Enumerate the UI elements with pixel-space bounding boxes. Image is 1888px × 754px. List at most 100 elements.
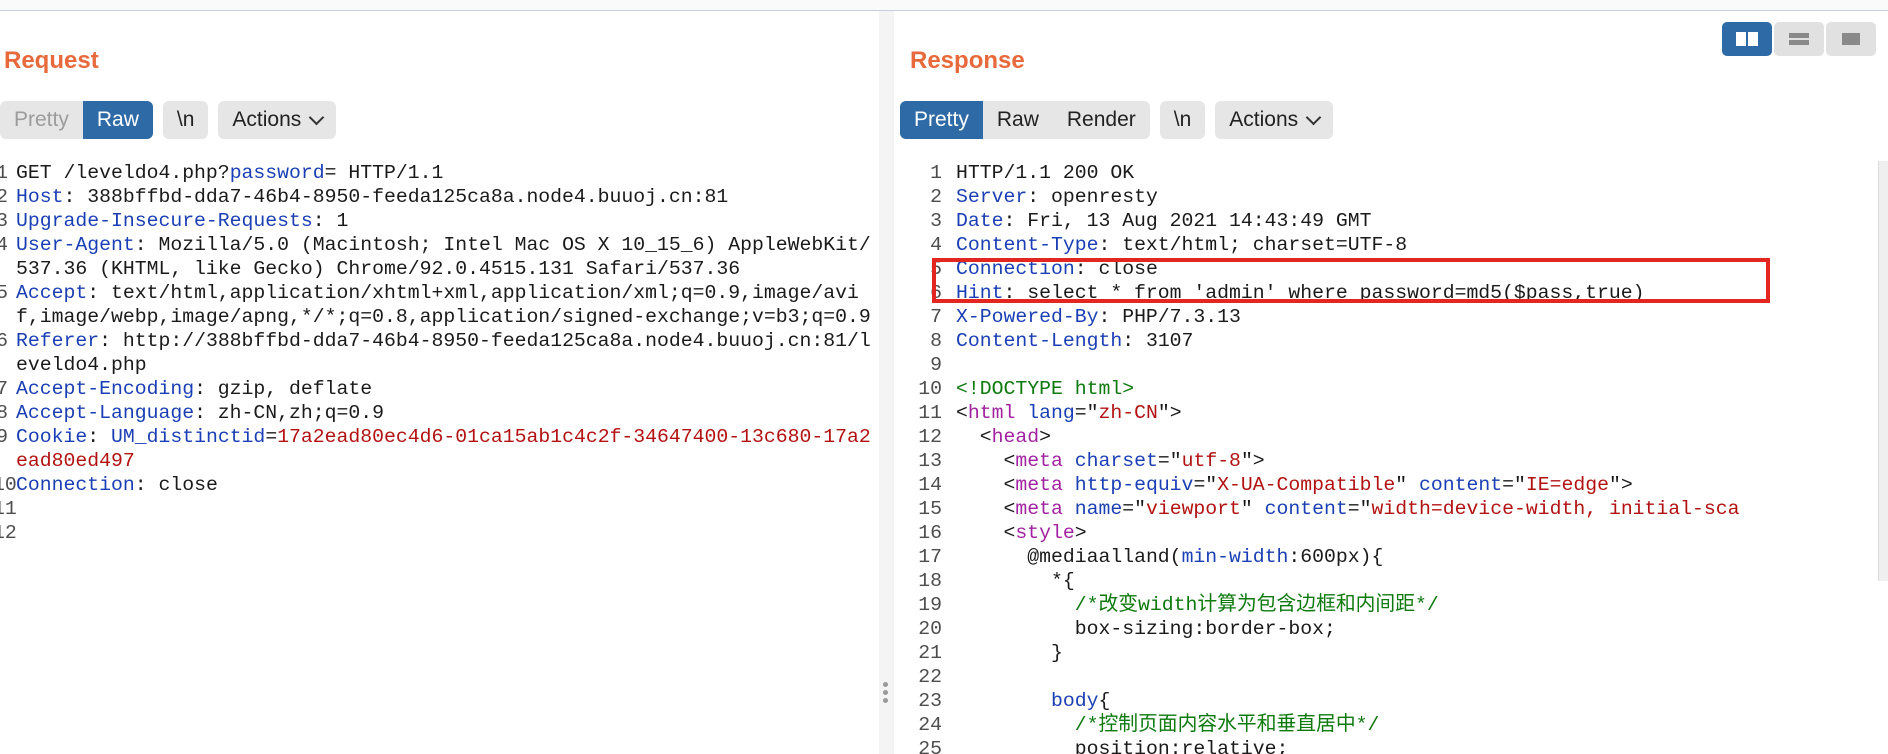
code-token: /*改变width计算为包含边框和内间距*/: [956, 594, 1439, 616]
code-token: head: [991, 426, 1040, 448]
code-token: Host: [16, 186, 64, 208]
code-text: }: [956, 641, 1874, 665]
code-token: : 388bffbd-dda7-46b4-8950-feeda125ca8a.n…: [63, 186, 729, 208]
code-token: Accept-Language: [16, 402, 195, 424]
response-actions-button[interactable]: Actions: [1215, 101, 1333, 139]
response-editor[interactable]: 1 HTTP/1.1 200 OK 2 Server: openresty 3 Date:…: [894, 161, 1874, 754]
code-token: X-UA-Compatible: [1217, 474, 1396, 496]
single-pane-icon[interactable]: [1826, 22, 1876, 56]
code-line: 1 HTTP/1.1 200 OK: [894, 161, 1874, 185]
code-token: box-sizing:border-box;: [956, 618, 1336, 640]
code-token: <: [956, 426, 992, 448]
line-number: 23: [918, 690, 942, 712]
code-token: @mediaalland(: [956, 546, 1182, 568]
code-token: UM_distinctid: [110, 426, 266, 448]
code-text: box-sizing:border-box;: [956, 617, 1874, 641]
code-token: >: [1039, 426, 1051, 448]
code-line: 2 Host: 388bffbd-dda7-46b4-8950-feeda125c…: [0, 185, 879, 209]
code-line: 12: [0, 521, 879, 545]
response-title: Response: [910, 47, 1025, 74]
line-number: 1: [930, 162, 942, 184]
request-tab-raw[interactable]: Raw: [82, 101, 153, 139]
code-line: 7 Accept-Encoding: gzip, deflate: [0, 377, 879, 401]
request-editor[interactable]: 1 GET /leveldo4.php?password= HTTP/1.1 2 Ho…: [0, 161, 879, 754]
code-token: <: [956, 474, 1016, 496]
code-token: = HTTP/1.1: [324, 162, 444, 184]
split-horizontal-icon[interactable]: [1722, 22, 1772, 56]
code-token: IE=edge: [1525, 474, 1609, 496]
request-view-tabs: Pretty Raw: [0, 101, 153, 139]
code-text: <meta charset="utf-8">: [956, 449, 1874, 473]
drag-handle-icon[interactable]: [882, 679, 890, 706]
response-tab-pretty[interactable]: Pretty: [900, 101, 983, 139]
code-text: Content-Length: 3107: [956, 329, 1874, 353]
response-tab-raw[interactable]: Raw: [983, 101, 1053, 139]
code-line: 11: [0, 497, 879, 521]
code-token: {: [1098, 690, 1111, 712]
response-newline-button[interactable]: \n: [1160, 101, 1206, 139]
code-line: 21 }: [894, 641, 1874, 665]
line-number: 9: [930, 354, 942, 376]
code-token: ": [1395, 474, 1419, 496]
response-toolbar: Pretty Raw Render \n Actions: [900, 101, 1334, 139]
line-number: 25: [918, 738, 942, 754]
code-token: Cookie: [16, 426, 88, 448]
code-token: =": [1157, 450, 1182, 472]
code-token: content: [1264, 498, 1348, 520]
code-text: position:relative;: [956, 737, 1874, 754]
line-number: 2: [930, 186, 942, 208]
response-tab-render[interactable]: Render: [1053, 101, 1150, 139]
code-token: : http://388bffbd-dda7-46b4-8950-feeda12…: [16, 330, 871, 376]
code-text: Referer: http://388bffbd-dda7-46b4-8950-…: [16, 329, 879, 377]
code-text: Accept: text/html,application/xhtml+xml,…: [16, 281, 879, 329]
code-token: : 3107: [1122, 330, 1194, 352]
line-number: 24: [918, 714, 942, 736]
request-title: Request: [4, 47, 99, 74]
code-token: :600px){: [1288, 546, 1384, 568]
line-number: 9: [0, 426, 8, 448]
code-token: ">: [1157, 402, 1182, 424]
code-token: : zh-CN,zh;q=0.9: [194, 402, 384, 424]
line-number: 1: [0, 162, 8, 184]
response-newline-group: \n: [1159, 101, 1206, 139]
code-line: 8 Content-Length: 3107: [894, 329, 1874, 353]
line-number: 3: [0, 210, 8, 232]
response-scrollbar[interactable]: [1878, 161, 1888, 581]
request-newline-group: \n: [162, 101, 209, 139]
code-line: 3 Date: Fri, 13 Aug 2021 14:43:49 GMT: [894, 209, 1874, 233]
code-line: 9: [894, 353, 1874, 377]
code-token: : Fri, 13 Aug 2021 14:43:49 GMT: [1003, 210, 1372, 232]
split-vertical-icon[interactable]: [1774, 22, 1824, 56]
request-newline-button[interactable]: \n: [163, 101, 209, 139]
code-token: ">: [1608, 474, 1633, 496]
request-tab-pretty[interactable]: Pretty: [0, 101, 83, 139]
code-token: Server: [956, 186, 1028, 208]
code-text: <style>: [956, 521, 1874, 545]
code-line: 20 box-sizing:border-box;: [894, 617, 1874, 641]
pane-divider[interactable]: [879, 11, 894, 754]
code-token: : text/html,application/xhtml+xml,applic…: [16, 282, 871, 328]
request-actions-button[interactable]: Actions: [218, 101, 336, 139]
hint-highlight-box: [932, 258, 1770, 303]
code-line: 5 Accept: text/html,application/xhtml+xml…: [0, 281, 879, 329]
code-line: 13 <meta charset="utf-8">: [894, 449, 1874, 473]
code-token: : Mozilla/5.0 (Macintosh; Intel Mac OS X…: [16, 234, 871, 280]
code-line: 6 Referer: http://388bffbd-dda7-46b4-8950…: [0, 329, 879, 377]
line-number: 14: [918, 474, 942, 496]
code-text: body{: [956, 689, 1874, 713]
code-text: GET /leveldo4.php?password= HTTP/1.1: [16, 161, 879, 185]
line-number: 5: [0, 282, 8, 304]
code-token: : PHP/7.3.13: [1098, 306, 1241, 328]
code-text: *{: [956, 569, 1874, 593]
line-number: 8: [930, 330, 942, 352]
code-token: Referer: [16, 330, 100, 352]
code-text: <meta http-equiv="X-UA-Compatible" conte…: [956, 473, 1874, 497]
code-token: =": [1193, 474, 1218, 496]
code-line: 23 body{: [894, 689, 1874, 713]
chevron-down-icon: [308, 109, 325, 126]
window-top-edge: [0, 0, 1888, 11]
